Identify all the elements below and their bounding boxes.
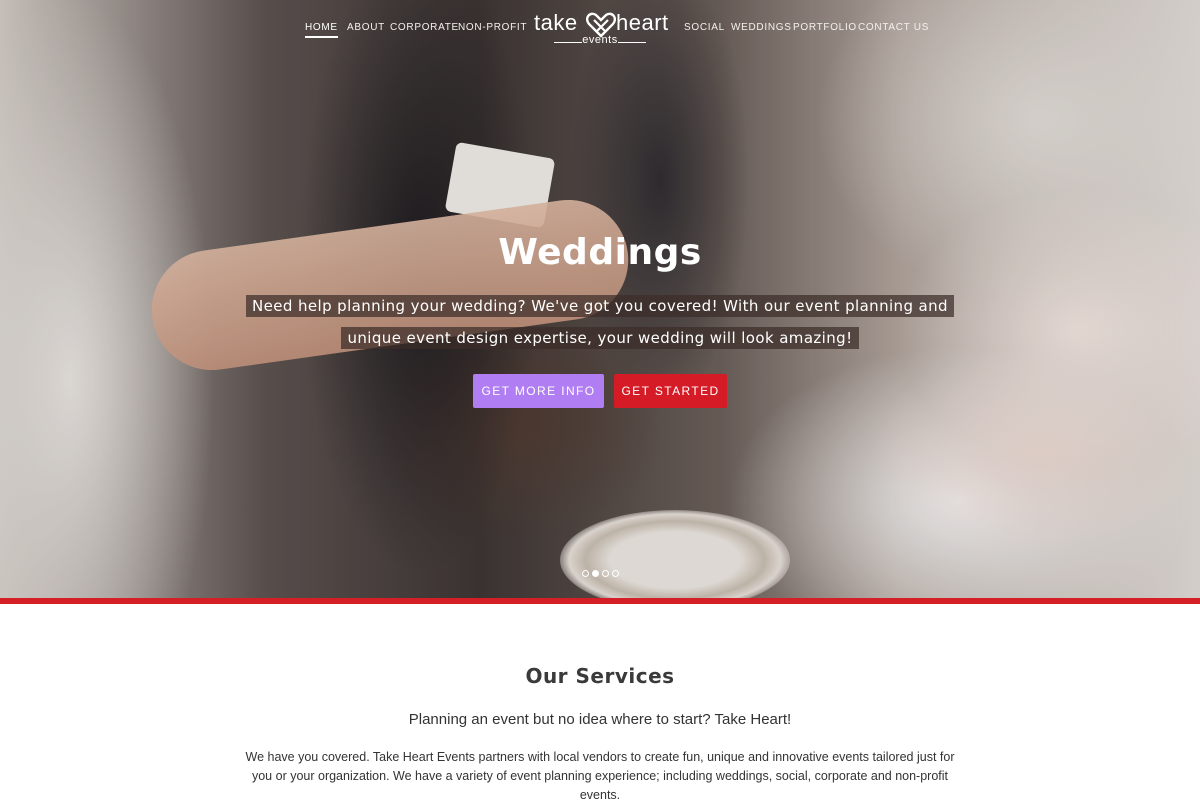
- main-nav: HOME ABOUT CORPORATE NON-PROFIT take hea…: [0, 0, 1200, 60]
- nav-social[interactable]: SOCIAL: [684, 22, 725, 33]
- logo-events: events: [582, 34, 618, 46]
- nav-portfolio[interactable]: PORTFOLIO: [793, 22, 857, 33]
- services-body: We have you covered. Take Heart Events p…: [245, 750, 955, 800]
- section-divider: [0, 598, 1200, 604]
- slider-dot[interactable]: [611, 570, 619, 577]
- logo-heart: heart: [616, 10, 669, 35]
- logo-rule-right: [618, 42, 646, 43]
- logo-take: take: [534, 10, 578, 35]
- slider-dot[interactable]: [581, 570, 589, 577]
- slider-pagination: [0, 570, 1200, 577]
- nav-non-profit[interactable]: NON-PROFIT: [458, 22, 527, 33]
- hero-subtitle-line-1: Need help planning your wedding? We've g…: [246, 295, 954, 317]
- services-title: Our Services: [525, 664, 675, 688]
- hero-title: Weddings: [498, 232, 702, 273]
- site-logo[interactable]: take heart events: [530, 10, 670, 50]
- nav-home[interactable]: HOME: [305, 22, 338, 38]
- nav-contact-us[interactable]: CONTACT US: [858, 22, 929, 33]
- hero-subtitle-line-2: unique event design expertise, your wedd…: [341, 327, 859, 349]
- nav-about[interactable]: ABOUT: [347, 22, 385, 33]
- get-started-button[interactable]: GET STARTED: [614, 374, 727, 408]
- nav-weddings[interactable]: WEDDINGS: [731, 22, 792, 33]
- slider-dot[interactable]: [591, 570, 599, 577]
- slider-dot[interactable]: [601, 570, 609, 577]
- nav-corporate[interactable]: CORPORATE: [390, 22, 459, 33]
- get-more-info-button[interactable]: GET MORE INFO: [473, 374, 604, 408]
- services-lead: Planning an event but no idea where to s…: [408, 711, 792, 728]
- hero-subtitle: Need help planning your wedding? We've g…: [240, 290, 960, 354]
